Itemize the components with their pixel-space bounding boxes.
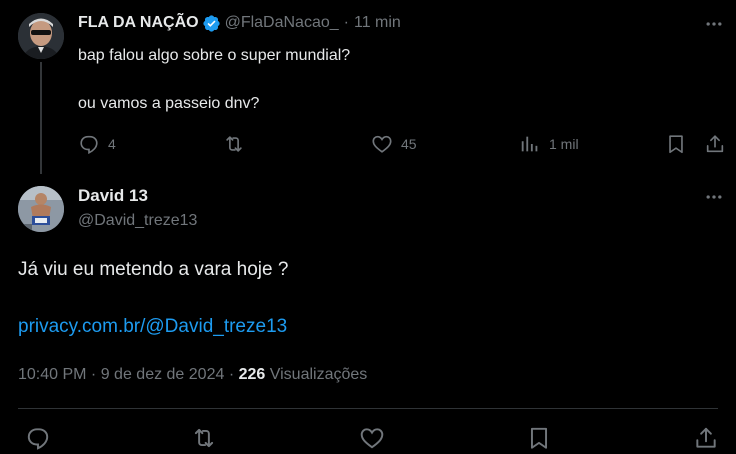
bookmark-icon: [530, 427, 548, 449]
tweet-text-line: ou vamos a passeio dnv?: [78, 95, 260, 112]
tweet-header: David 13 @David_treze13: [78, 185, 197, 232]
separator-dot: ·: [343, 14, 349, 31]
tweet-text-line: bap falou algo sobre o super mundial?: [78, 47, 351, 64]
bookmark-button[interactable]: [525, 424, 553, 452]
reply-button[interactable]: [24, 424, 52, 452]
tweet-actions: [0, 424, 736, 452]
views-icon: [521, 136, 538, 152]
avatar[interactable]: [18, 186, 64, 232]
like-icon: [360, 428, 384, 449]
share-icon: [696, 427, 716, 448]
author-name[interactable]: David 13: [78, 185, 197, 207]
more-icon[interactable]: [702, 12, 726, 36]
views-label: Visualizações: [265, 366, 368, 383]
bookmark-icon: [669, 135, 683, 154]
views-count: 1 mil: [549, 136, 579, 152]
tweet-text: Já viu eu metendo a vara hoje ?: [18, 259, 289, 280]
like-button[interactable]: [358, 424, 386, 452]
reply-icon: [27, 428, 49, 450]
retweet-button[interactable]: [222, 130, 246, 158]
retweet-icon: [194, 428, 214, 448]
author-handle[interactable]: @FlaDaNacao_: [225, 14, 339, 32]
share-button[interactable]: [692, 424, 720, 452]
tweet-link[interactable]: privacy.com.br/@David_treze13: [18, 313, 287, 341]
divider: [18, 408, 718, 409]
reply-button[interactable]: 4: [78, 130, 116, 158]
tweet-text: bap falou algo sobre o super mundial? ou…: [78, 43, 718, 117]
avatar[interactable]: [18, 13, 64, 59]
like-count: 45: [401, 136, 417, 152]
retweet-icon: [226, 136, 242, 152]
tweet-time[interactable]: 11 min: [354, 14, 401, 32]
views-button[interactable]: 1 mil: [519, 130, 579, 158]
retweet-button[interactable]: [190, 424, 218, 452]
author-name[interactable]: FLA DA NAÇÃO: [78, 14, 199, 32]
tweet-actions: 4 45 1 mil: [78, 130, 728, 158]
verified-badge-icon[interactable]: [202, 14, 221, 33]
author-handle[interactable]: @David_treze13: [78, 210, 197, 232]
reply-icon: [80, 135, 98, 154]
share-icon: [706, 135, 724, 153]
parent-tweet[interactable]: FLA DA NAÇÃO @FlaDaNacao_ · 11 min bap f…: [0, 0, 736, 174]
like-button[interactable]: 45: [371, 130, 417, 158]
tweet-meta: 10:40 PM · 9 de dez de 2024 · 226 Visual…: [18, 364, 367, 386]
tweet-timestamp[interactable]: 10:40 PM · 9 de dez de 2024 ·: [18, 366, 239, 383]
thread-connector-line: [40, 62, 42, 174]
like-icon: [372, 135, 392, 153]
tweet-header: FLA DA NAÇÃO @FlaDaNacao_ · 11 min: [78, 12, 401, 34]
reply-count: 4: [108, 136, 116, 152]
share-button[interactable]: [704, 130, 726, 158]
more-icon[interactable]: [702, 185, 726, 209]
bookmark-button[interactable]: [665, 130, 687, 158]
views-count: 226: [238, 366, 266, 383]
